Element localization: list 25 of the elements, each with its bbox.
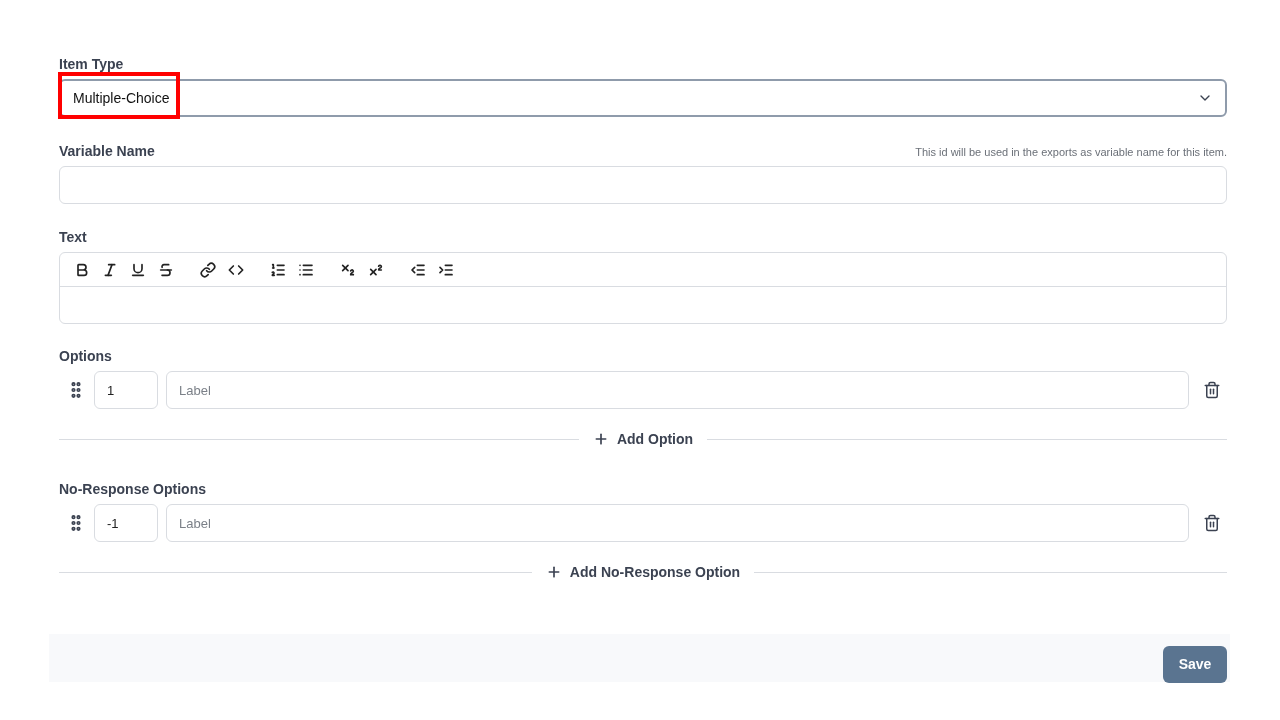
delete-icon[interactable]: [1203, 514, 1221, 532]
field-label: Variable Name: [59, 142, 155, 161]
option-label-field[interactable]: Label: [166, 504, 1189, 542]
numbered-list-icon: [270, 261, 286, 278]
strikethrough-icon: [158, 261, 174, 278]
add-option-button[interactable]: Add No-Response Option: [531, 561, 755, 583]
item-type-select[interactable]: Multiple-Choice: [59, 79, 1227, 117]
link-icon: [200, 261, 216, 278]
option-value-field[interactable]: 1: [94, 371, 158, 409]
add-option-button[interactable]: Add Option: [578, 428, 708, 450]
field-label: Item Type: [59, 55, 124, 74]
italic-icon: [102, 261, 118, 278]
underline-icon: [130, 261, 146, 278]
bold-icon: [74, 261, 90, 278]
hint-text: This id will be used in the exports as variable name for this item.: [915, 144, 1227, 160]
field-label: Options: [59, 347, 112, 366]
variable-name-field[interactable]: [59, 166, 1227, 204]
superscript-icon: [368, 261, 384, 278]
field-label: Text: [59, 228, 87, 247]
option-label-field[interactable]: Label: [166, 371, 1189, 409]
subscript-icon: [340, 261, 356, 278]
delete-icon[interactable]: [1203, 381, 1221, 399]
save-button[interactable]: Save: [1163, 646, 1227, 683]
option-value-field[interactable]: -1: [94, 504, 158, 542]
field-label: No-Response Options: [59, 480, 206, 499]
